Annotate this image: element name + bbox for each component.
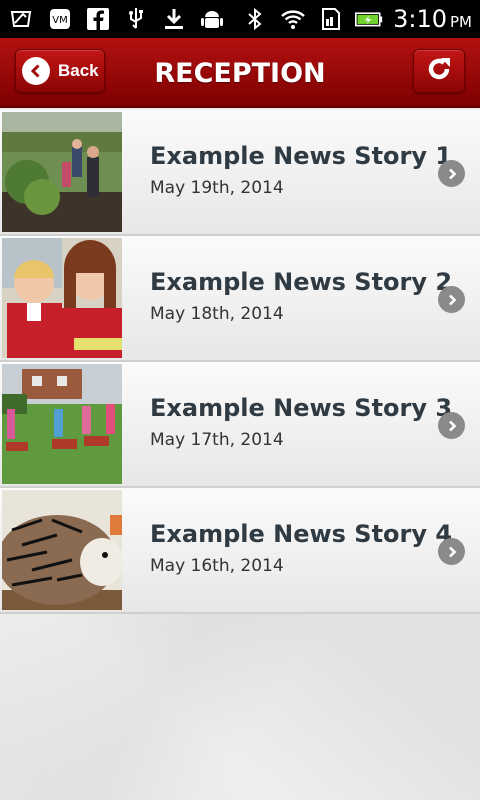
status-bar: VM 3:10 PM [0, 0, 480, 38]
clock-time: 3:10 [393, 5, 447, 33]
news-item[interactable]: Example News Story 4 May 16th, 2014 [0, 488, 480, 614]
status-icons-right: 3:10 PM [241, 5, 472, 33]
messages-icon [8, 5, 36, 33]
status-icons-left: VM [8, 5, 226, 33]
battery-charging-icon [355, 5, 383, 33]
clock-ampm: PM [450, 13, 472, 31]
status-clock: 3:10 PM [393, 5, 472, 33]
news-item-date: May 16th, 2014 [150, 556, 284, 576]
news-item-title: Example News Story 4 [150, 520, 453, 548]
news-item-date: May 18th, 2014 [150, 304, 284, 324]
news-list: Example News Story 1 May 19th, 2014 Exam… [0, 110, 480, 614]
svg-text:VM: VM [52, 15, 67, 26]
refresh-button[interactable] [413, 49, 465, 93]
back-button-label: Back [58, 61, 99, 80]
news-item-date: May 19th, 2014 [150, 178, 284, 198]
garden-photo [2, 112, 122, 232]
download-icon [160, 5, 188, 33]
news-item[interactable]: Example News Story 2 May 18th, 2014 [0, 236, 480, 362]
page-title: RECEPTION [154, 57, 326, 89]
chevron-right-icon [438, 160, 465, 187]
paper-background [0, 614, 480, 800]
chevron-left-icon [22, 57, 50, 85]
news-item[interactable]: Example News Story 3 May 17th, 2014 [0, 362, 480, 488]
facebook-icon [84, 5, 112, 33]
chevron-right-icon [438, 538, 465, 565]
news-item-date: May 17th, 2014 [150, 430, 284, 450]
android-debug-icon [198, 5, 226, 33]
children-reading-photo [2, 238, 122, 358]
news-item-title: Example News Story 2 [150, 268, 453, 296]
news-item[interactable]: Example News Story 1 May 19th, 2014 [0, 110, 480, 236]
wifi-icon [279, 5, 307, 33]
chevron-right-icon [438, 412, 465, 439]
back-button[interactable]: Back [15, 49, 105, 93]
news-item-title: Example News Story 1 [150, 142, 453, 170]
wheelbarrows-photo [2, 364, 122, 484]
app-header: Back RECEPTION [0, 38, 480, 108]
sd-card-icon [317, 5, 345, 33]
hedgehog-craft-photo [2, 490, 122, 610]
usb-icon [122, 5, 150, 33]
bluetooth-icon [241, 5, 269, 33]
voicemail-icon: VM [46, 5, 74, 33]
news-item-title: Example News Story 3 [150, 394, 453, 422]
refresh-icon [424, 54, 454, 89]
chevron-right-icon [438, 286, 465, 313]
